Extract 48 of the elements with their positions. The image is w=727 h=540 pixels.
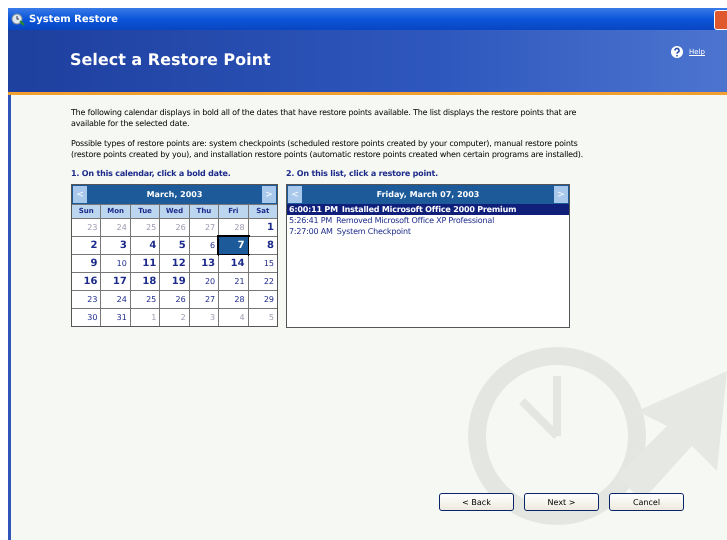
help-icon[interactable] [670, 45, 684, 59]
app-icon [11, 12, 25, 26]
calendar-day[interactable]: 20 [190, 273, 218, 290]
calendar-day[interactable]: 12 [160, 255, 189, 272]
calendar-day[interactable]: 21 [219, 273, 248, 290]
close-button[interactable] [714, 10, 727, 30]
calendar-day[interactable]: 2 [72, 237, 100, 254]
restore-point-item[interactable]: 5:26:41 PM Removed Microsoft Office XP Professional [287, 215, 569, 226]
calendar-day[interactable]: 9 [72, 255, 100, 272]
calendar-day[interactable]: 26 [160, 291, 189, 308]
calendar-day[interactable]: 1 [248, 219, 277, 236]
calendar-day[interactable]: 24 [101, 291, 130, 308]
calendar-day[interactable]: 4 [130, 237, 160, 254]
calendar-day[interactable]: 14 [219, 255, 248, 272]
page-title: Select a Restore Point [70, 50, 271, 68]
calendar-day[interactable]: 3 [101, 237, 130, 254]
calendar-day[interactable]: 19 [160, 273, 189, 290]
instruction-text: Possible types of restore points are: system checkpoints (scheduled restore points created by your computer), manual restore points (restore points created by you), and installation restore points (automatic restore points created when certain programs are installed). [71, 138, 584, 160]
calendar-day[interactable]: 7 [219, 237, 248, 254]
calendar-day[interactable]: 30 [72, 309, 100, 326]
list-caption: 2. On this list, click a restore point. [286, 169, 439, 178]
calendar-day[interactable]: 16 [72, 273, 100, 290]
restore-point-item[interactable]: 7:27:00 AM System Checkpoint [287, 226, 569, 237]
wizard-button[interactable]: Next > [524, 493, 599, 511]
calendar-day[interactable]: 22 [248, 273, 277, 290]
calendar-day[interactable]: 29 [248, 291, 277, 308]
instruction-text: The following calendar displays in bold all of the dates that have restore points available. The list displays the restore points that are available for the selected date. [71, 107, 578, 129]
calendar-day[interactable]: 13 [190, 255, 218, 272]
date-title: Friday, March 07, 2003 [376, 190, 480, 199]
calendar-day[interactable]: 31 [101, 309, 130, 326]
calendar-day[interactable]: 10 [101, 255, 130, 272]
wizard-button[interactable]: < Back [439, 493, 514, 511]
calendar-day[interactable]: 28 [219, 291, 248, 308]
calendar-day[interactable]: 15 [248, 255, 277, 272]
calendar-caption: 1. On this calendar, click a bold date. [71, 169, 232, 178]
calendar-day[interactable]: 8 [248, 237, 277, 254]
wizard-button[interactable]: Cancel [609, 493, 684, 511]
calendar-day[interactable]: 27 [190, 291, 218, 308]
calendar-day[interactable]: 11 [130, 255, 160, 272]
calendar-day[interactable]: 25 [130, 291, 160, 308]
calendar-day[interactable]: 23 [72, 291, 100, 308]
restore-point-item[interactable]: 6:00:11 PM Installed Microsoft Office 2000 Premium [287, 204, 569, 215]
month-title: March, 2003 [146, 190, 204, 199]
calendar-day[interactable]: 18 [130, 273, 160, 290]
calendar-day[interactable]: 5 [160, 237, 189, 254]
calendar-day[interactable]: 6 [190, 237, 218, 254]
window-title: System Restore [29, 14, 118, 24]
calendar-day[interactable]: 17 [101, 273, 130, 290]
